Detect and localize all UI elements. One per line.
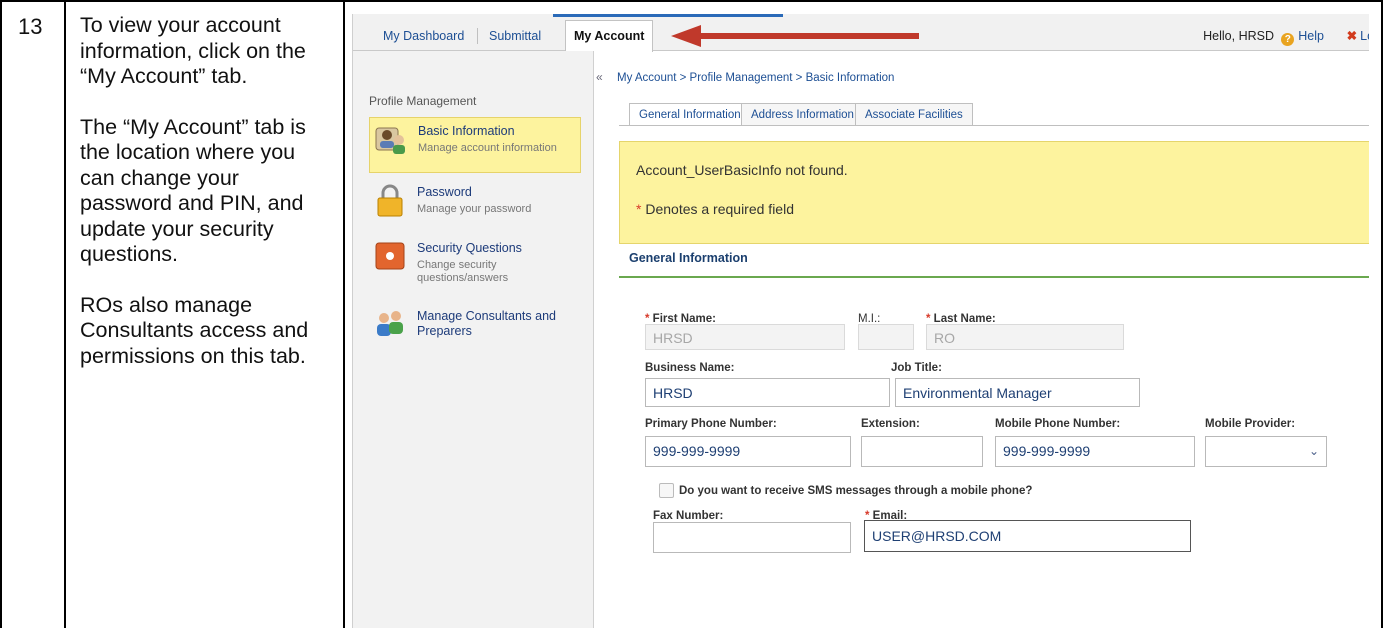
sidebar: Profile Management Basic Information Man… (353, 51, 594, 628)
app-screenshot: My Dashboard Submittal My Account Hello,… (352, 14, 1369, 628)
logout-icon: ✖ (1346, 29, 1358, 43)
first-name-field[interactable]: HRSD (645, 324, 845, 350)
extension-field[interactable] (861, 436, 983, 467)
tab-my-dashboard[interactable]: My Dashboard (375, 22, 472, 50)
required-field-note: * Denotes a required field (636, 201, 794, 217)
middle-initial-field[interactable] (858, 324, 914, 350)
sidebar-item-password[interactable]: Password Manage your password (369, 179, 579, 225)
step-number: 13 (18, 14, 43, 39)
business-name-label: Business Name: (645, 362, 735, 374)
tab-address-information[interactable]: Address Information (741, 103, 864, 126)
fax-number-label: Fax Number: (653, 510, 724, 522)
sidebar-item-label: Security Questions (417, 241, 522, 255)
business-name-field[interactable]: HRSD (645, 378, 890, 407)
padlock-icon (377, 184, 403, 217)
tab-associate-facilities[interactable]: Associate Facilities (855, 103, 973, 126)
last-name-field[interactable]: RO (926, 324, 1124, 350)
sidebar-item-label: Basic Information (418, 124, 515, 138)
nav-accent-bar (553, 14, 783, 17)
job-title-label: Job Title: (891, 362, 942, 374)
breadcrumb: My Account > Profile Management > Basic … (617, 72, 895, 84)
step-instructions: To view your account information, click … (80, 13, 330, 394)
sidebar-item-basic-information[interactable]: Basic Information Manage account informa… (369, 117, 581, 173)
mobile-provider-select[interactable]: ⌄ (1205, 436, 1327, 467)
section-divider (619, 276, 1369, 278)
greeting: Hello, HRSD (1203, 29, 1274, 43)
table-border-top (0, 0, 1383, 2)
primary-phone-field[interactable]: 999-999-9999 (645, 436, 851, 467)
tab-general-information[interactable]: General Information (629, 103, 751, 126)
email-field[interactable]: USER@HRSD.COM (864, 520, 1191, 552)
required-note-text: Denotes a required field (645, 201, 794, 217)
step-paragraph: ROs also manage Consultants access and p… (80, 292, 309, 368)
notice-panel: Account_UserBasicInfo not found. * Denot… (619, 141, 1369, 244)
section-title: General Information (629, 251, 748, 265)
user-card-icon (375, 127, 405, 154)
sms-checkbox[interactable] (659, 483, 674, 498)
sms-label: Do you want to receive SMS messages thro… (679, 485, 1033, 497)
mobile-phone-label: Mobile Phone Number: (995, 418, 1121, 430)
step-paragraph: The “My Account” tab is the location whe… (80, 114, 306, 267)
mobile-provider-label: Mobile Provider: (1205, 418, 1296, 430)
mobile-phone-field[interactable]: 999-999-9999 (995, 436, 1195, 467)
job-title-field[interactable]: Environmental Manager (895, 378, 1140, 407)
required-star-icon: * (636, 201, 646, 217)
sidebar-item-description: Manage account information (418, 142, 557, 154)
fax-number-field[interactable] (653, 522, 851, 553)
logout-link[interactable]: ✖Log (1347, 22, 1369, 50)
main-content: My Account > Profile Management > Basic … (609, 51, 1369, 628)
step-paragraph: To view your account information, click … (80, 13, 306, 88)
notice-message: Account_UserBasicInfo not found. (636, 162, 848, 178)
sidebar-item-label: Manage Consultants and Preparers (417, 309, 556, 338)
tab-divider (619, 125, 1369, 126)
help-link[interactable]: ? Help (1281, 22, 1324, 50)
logout-label: Log (1360, 29, 1369, 43)
sidebar-item-manage-consultants[interactable]: Manage Consultants and Preparers (369, 303, 579, 347)
tab-my-account[interactable]: My Account (565, 20, 654, 52)
sidebar-item-description: Manage your password (417, 203, 532, 215)
help-label: Help (1298, 29, 1324, 43)
collapse-sidebar-icon[interactable]: « (596, 70, 603, 84)
primary-phone-label: Primary Phone Number: (645, 418, 777, 430)
table-border-left (0, 0, 2, 628)
help-icon: ? (1281, 33, 1295, 46)
nav-separator (477, 28, 478, 44)
sidebar-item-description: Change security questions/answers (417, 259, 509, 284)
users-icon (377, 311, 403, 336)
table-divider-text (343, 0, 345, 628)
table-divider-number (64, 0, 66, 628)
chevron-down-icon: ⌄ (1308, 444, 1319, 458)
tab-submittal[interactable]: Submittal (481, 22, 549, 50)
extension-label: Extension: (861, 418, 920, 430)
red-arrow-icon (671, 25, 919, 47)
sidebar-item-security-questions[interactable]: Security Questions Change security quest… (369, 235, 579, 293)
safe-icon (375, 242, 405, 270)
sidebar-title: Profile Management (369, 94, 477, 108)
sidebar-item-label: Password (417, 185, 472, 199)
